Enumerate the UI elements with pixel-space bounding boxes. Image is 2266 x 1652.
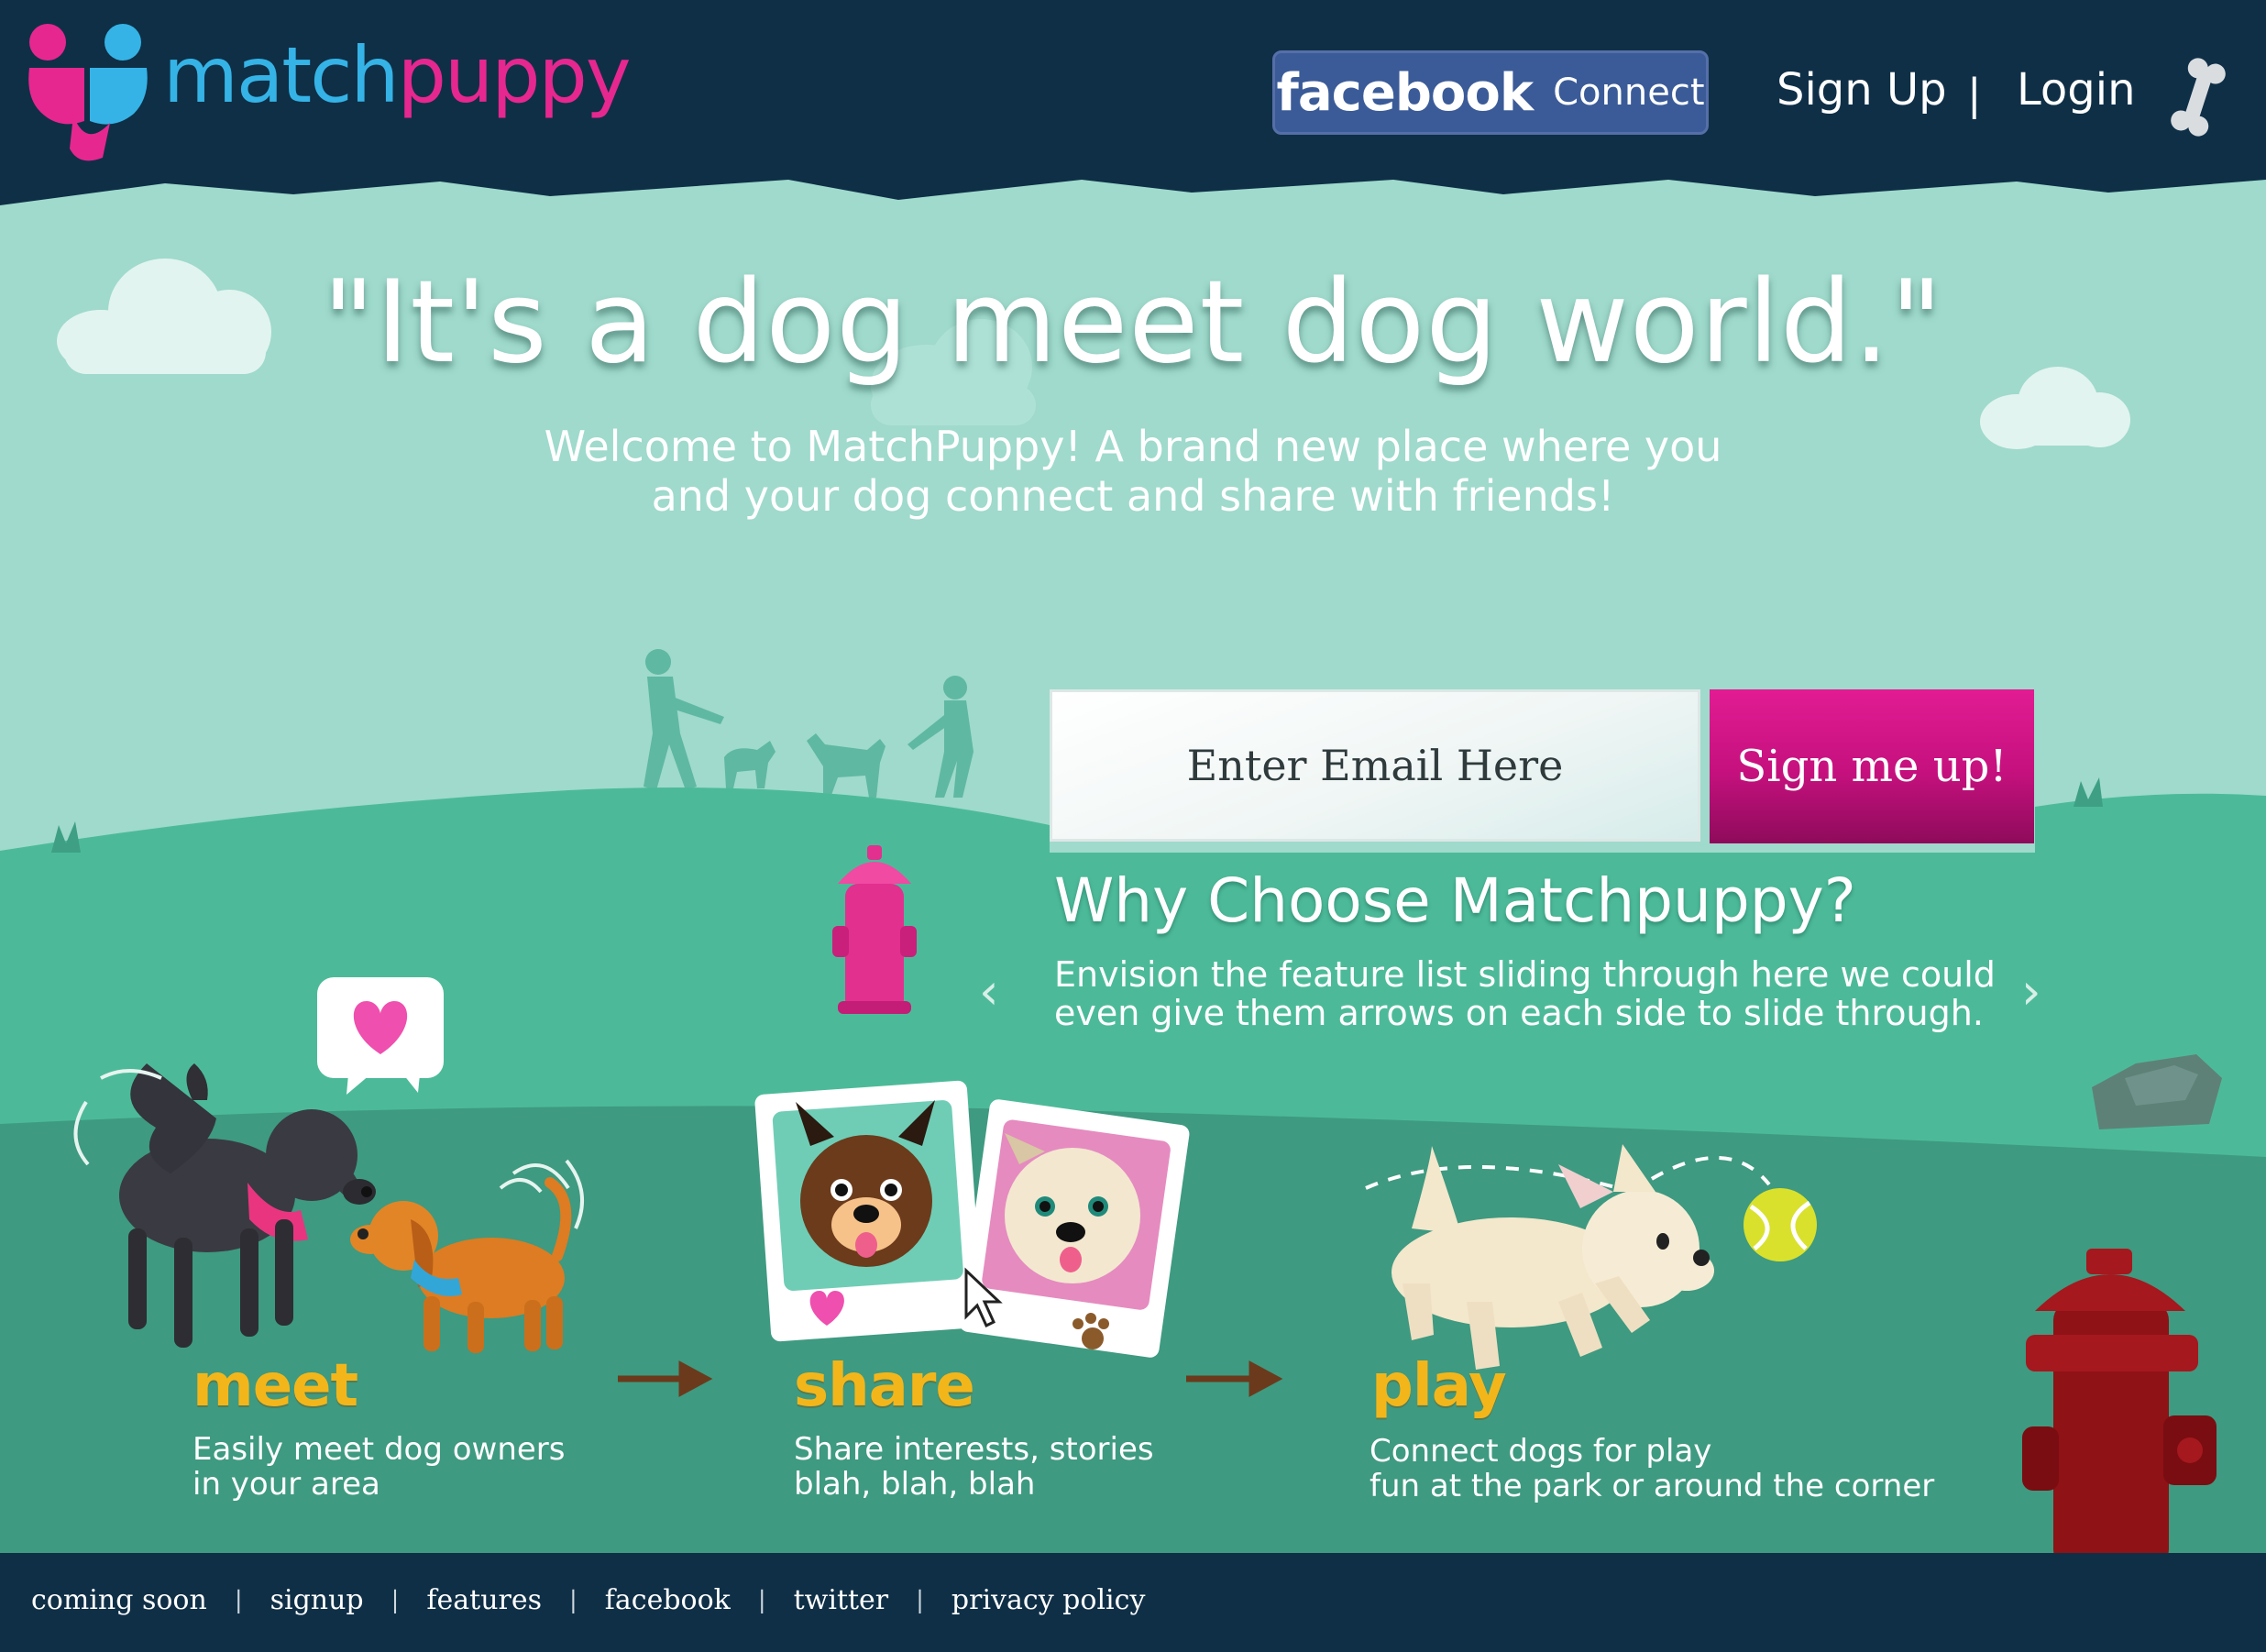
footer-link-privacy-policy[interactable]: privacy policy	[952, 1584, 1145, 1616]
photo-card-left	[754, 1080, 984, 1342]
footer-separator: |	[390, 1586, 400, 1614]
heart-icon	[317, 977, 444, 1095]
chevron-right-icon[interactable]: ›	[2021, 963, 2041, 1020]
facebook-wordmark: facebook	[1276, 62, 1534, 123]
footer-link-facebook[interactable]: facebook	[605, 1584, 731, 1616]
step-meet-title: meet	[192, 1352, 358, 1420]
bone-icon	[2171, 58, 2226, 137]
step-share-title: share	[794, 1352, 975, 1420]
step-meet-line-1: Easily meet dog owners	[192, 1431, 566, 1468]
why-choose-heading: Why Choose Matchpuppy?	[1054, 865, 1856, 936]
chevron-left-icon[interactable]: ‹	[979, 963, 999, 1020]
nav-separator: |	[1967, 70, 1982, 119]
step-play-title: play	[1371, 1352, 1507, 1420]
footer-link-features[interactable]: features	[426, 1584, 542, 1616]
footer-separator: |	[569, 1586, 578, 1614]
tennis-ball-icon	[1744, 1188, 1817, 1261]
footer-links: coming soon | signup | features | facebo…	[31, 1584, 1145, 1616]
step-play-line-2: fun at the park or around the corner	[1370, 1468, 1935, 1504]
matchpuppy-logo-icon[interactable]	[22, 20, 150, 167]
why-line-2: even give them arrows on each side to sl…	[1054, 993, 1984, 1033]
footer-separator: |	[234, 1586, 243, 1614]
footer-link-twitter[interactable]: twitter	[794, 1584, 889, 1616]
step-play-line-1: Connect dogs for play	[1370, 1433, 1712, 1470]
facebook-connect-label: Connect	[1553, 72, 1705, 114]
login-link[interactable]: Login	[2017, 68, 2136, 112]
site-logo[interactable]: matchpuppy	[163, 37, 632, 114]
step-share-line-1: Share interests, stories	[794, 1431, 1154, 1468]
logo-text-puppy: puppy	[397, 30, 632, 120]
facebook-connect-button[interactable]: facebook Connect	[1272, 50, 1709, 135]
welcome-line-1: Welcome to MatchPuppy! A brand new place…	[544, 422, 1722, 471]
why-line-1: Envision the feature list sliding throug…	[1054, 954, 1996, 995]
why-choose-description: Envision the feature list sliding throug…	[1054, 955, 2008, 1032]
step-share-description: Share interests, stories blah, blah, bla…	[794, 1432, 1154, 1502]
step-meet-description: Easily meet dog owners in your area	[192, 1432, 566, 1502]
welcome-text: Welcome to MatchPuppy! A brand new place…	[0, 422, 2266, 521]
sign-me-up-button[interactable]: Sign me up!	[1710, 689, 2034, 843]
step-play-description: Connect dogs for play fun at the park or…	[1370, 1434, 1934, 1503]
step-meet-line-2: in your area	[192, 1466, 380, 1503]
step-share-line-2: blah, blah, blah	[794, 1466, 1036, 1503]
welcome-line-2: and your dog connect and share with frie…	[651, 471, 1615, 521]
email-input[interactable]	[1050, 689, 1700, 842]
hero-headline: "It's a dog meet dog world."	[322, 257, 1944, 389]
footer-link-coming-soon[interactable]: coming soon	[31, 1584, 207, 1616]
logo-text-match: match	[163, 30, 400, 120]
sign-up-link[interactable]: Sign Up	[1776, 68, 1947, 112]
footer-separator: |	[916, 1586, 924, 1614]
footer-separator: |	[757, 1586, 766, 1614]
page: matchpuppy facebook Connect Sign Up | Lo…	[0, 0, 2266, 1652]
footer-link-signup[interactable]: signup	[270, 1584, 364, 1616]
